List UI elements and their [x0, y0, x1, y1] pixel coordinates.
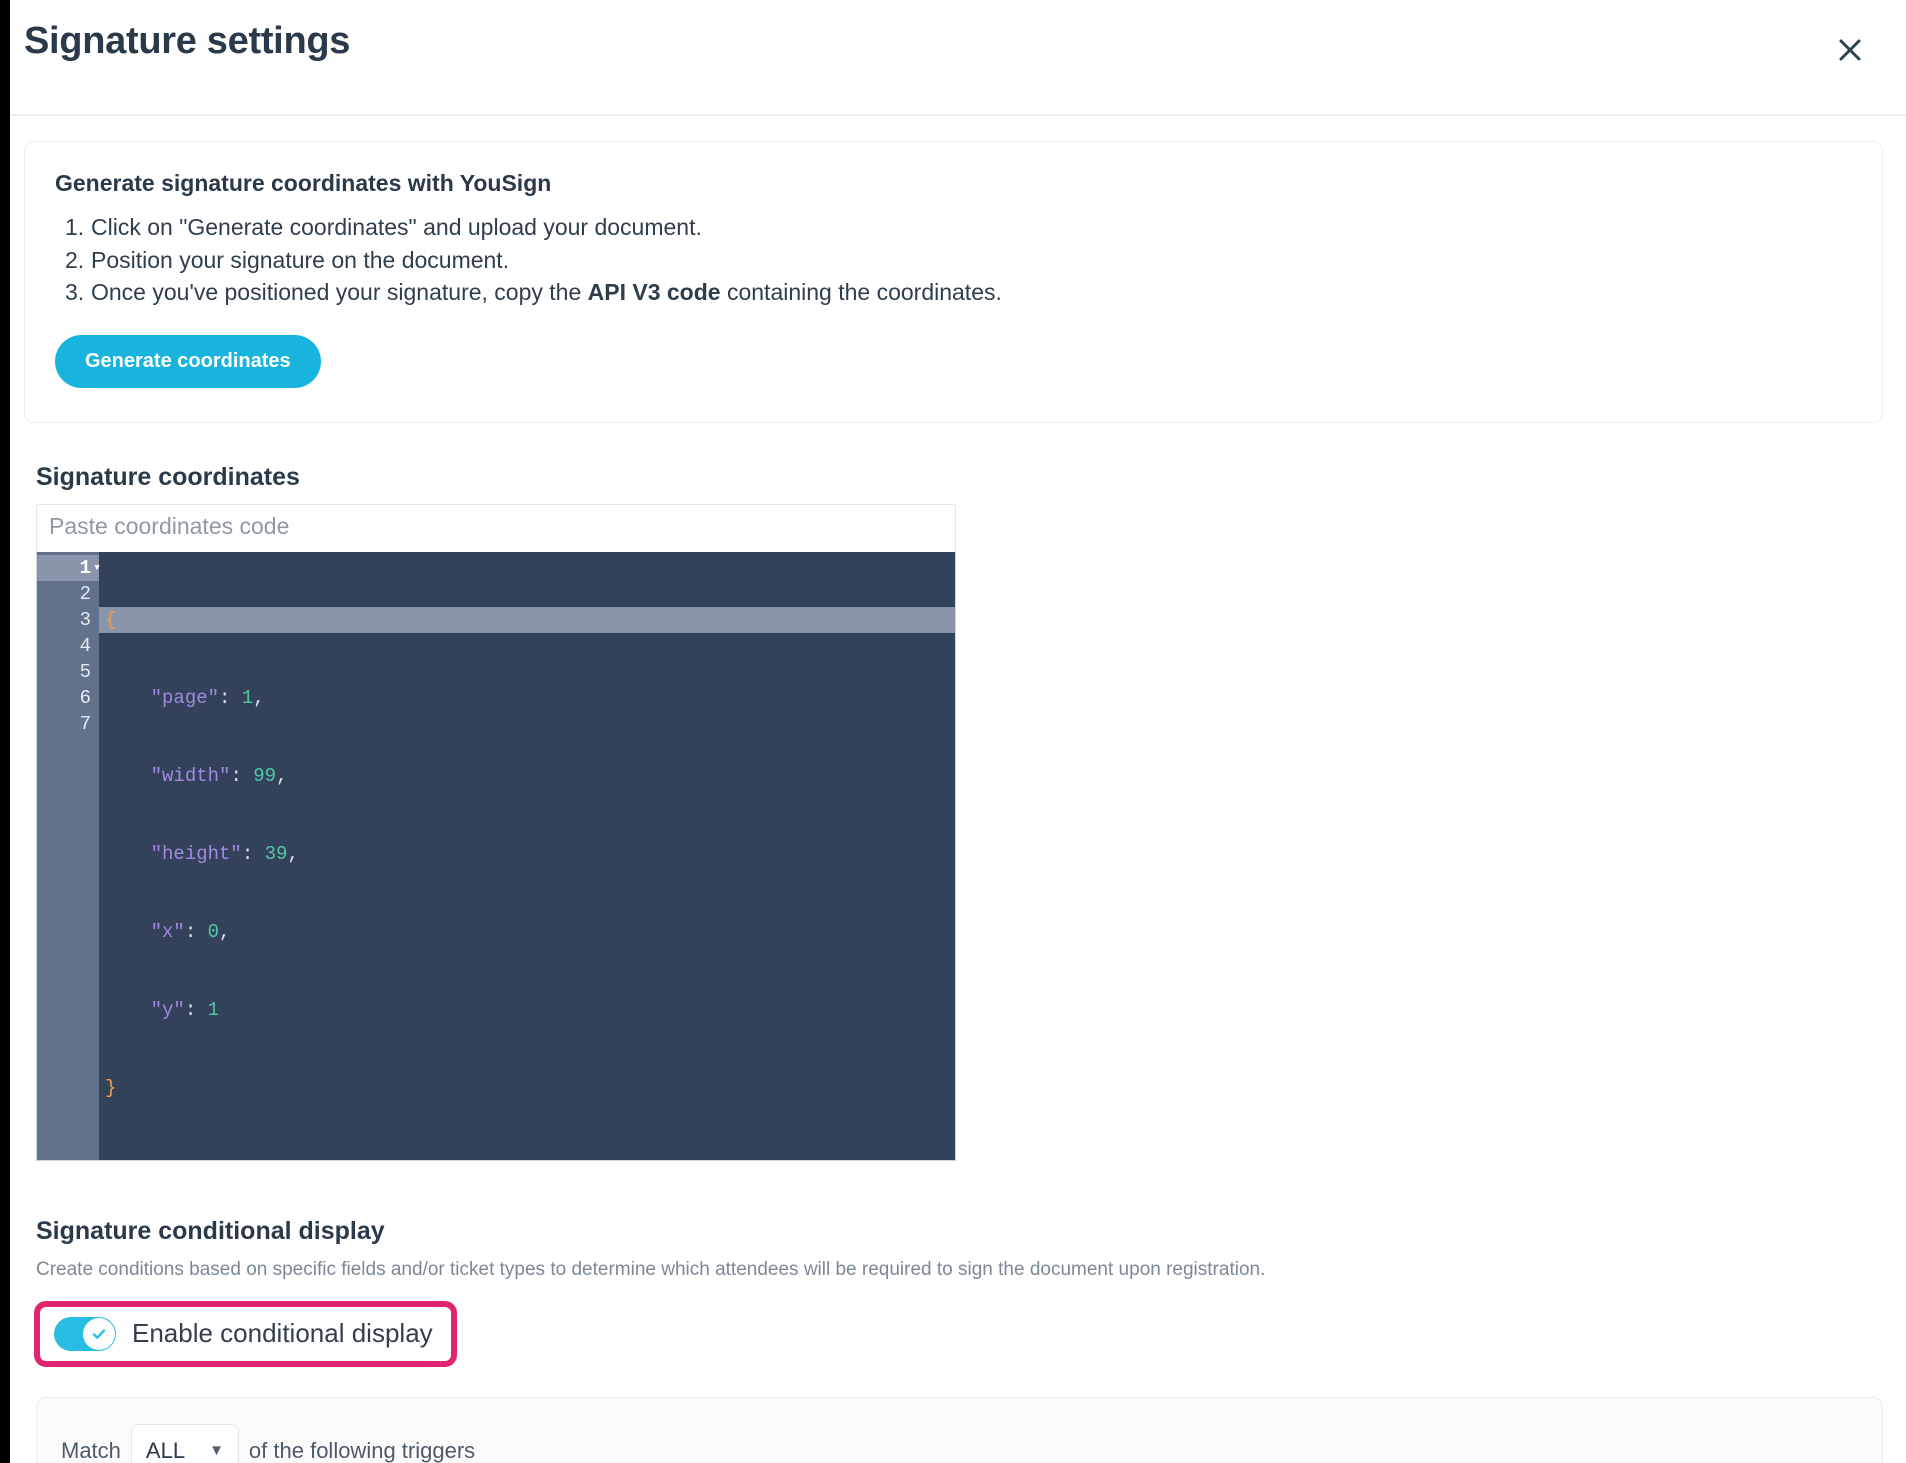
step-number: 2. [65, 246, 85, 273]
line-number: 6 [79, 686, 91, 709]
code-line: } [105, 1076, 117, 1099]
step-text-emphasis: API V3 code [587, 279, 721, 306]
check-icon [90, 1325, 108, 1343]
instructions-list: 1. Click on "Generate coordinates" and u… [55, 211, 1852, 309]
instructions-card: Generate signature coordinates with YouS… [24, 141, 1883, 423]
step-text: Once you've positioned your signature, c… [91, 279, 588, 306]
line-number: 5 [79, 660, 91, 683]
code-line: "width": 99, [150, 764, 288, 787]
line-number: 7 [79, 712, 91, 735]
editor-code[interactable]: { "page": 1, "width": 99, "height": 39, … [99, 552, 955, 1160]
code-line: "y": 1 [150, 998, 220, 1021]
instructions-title: Generate signature coordinates with YouS… [55, 170, 552, 196]
enable-conditional-display-toggle[interactable] [54, 1316, 116, 1351]
step-text: Position your signature on the document. [91, 246, 510, 273]
signature-coordinates-heading: Signature coordinates [36, 462, 300, 491]
chevron-down-icon: ▼ [209, 1442, 224, 1460]
enable-conditional-display-label: Enable conditional display [132, 1318, 433, 1349]
step-number: 3. [65, 279, 85, 306]
line-number: 2 [79, 582, 91, 605]
code-line: "x": 0, [150, 920, 231, 943]
match-type-value: ALL [145, 1437, 186, 1463]
line-number: 4 [79, 634, 91, 657]
fold-arrow-icon[interactable]: ▾ [93, 555, 101, 581]
step-text: Click on "Generate coordinates" and uplo… [91, 214, 702, 240]
triggers-card: Match ALL ▼ of the following triggers Do… [36, 1396, 1883, 1463]
match-suffix-label: of the following triggers [248, 1437, 476, 1463]
code-line: "page": 1, [150, 686, 265, 709]
conditional-display-heading: Signature conditional display [36, 1216, 385, 1245]
coordinates-placeholder[interactable]: Paste coordinates code [36, 503, 956, 552]
line-number: 3 [79, 608, 91, 631]
signature-settings-dialog: Signature settings Generate signature co… [10, 0, 1906, 1463]
close-button[interactable] [1830, 30, 1870, 70]
editor-gutter: 1 ▾ 2 3 4 5 6 7 [37, 551, 101, 1160]
enable-conditional-display-highlight: Enable conditional display [34, 1300, 457, 1367]
match-type-select[interactable]: ALL ▼ [130, 1423, 239, 1463]
dialog-body: Generate signature coordinates with YouS… [10, 141, 1906, 1463]
conditional-display-description: Create conditions based on specific fiel… [36, 1258, 1266, 1280]
line-number: 1 ▾ [37, 554, 101, 581]
list-item: 2. Position your signature on the docume… [55, 244, 1852, 277]
match-row: Match ALL ▼ of the following triggers [61, 1423, 1882, 1463]
page-title: Signature settings [24, 20, 351, 62]
step-number: 1. [65, 214, 85, 240]
code-line: "height": 39, [150, 842, 299, 865]
toggle-knob [83, 1317, 115, 1350]
step-text-tail: containing the coordinates. [720, 279, 1002, 306]
list-item: 1. Click on "Generate coordinates" and u… [55, 211, 1852, 244]
generate-coordinates-button[interactable]: Generate coordinates [55, 334, 321, 388]
close-icon [1835, 35, 1865, 65]
list-item: 3. Once you've positioned your signature,… [55, 276, 1852, 309]
code-line: { [99, 606, 955, 633]
match-prefix-label: Match [61, 1437, 121, 1463]
coordinates-editor[interactable]: Paste coordinates code 1 ▾ 2 3 4 5 6 7 { … [36, 503, 956, 1161]
code-editor[interactable]: 1 ▾ 2 3 4 5 6 7 { "page": 1, "width": 99,… [36, 551, 956, 1161]
dialog-header: Signature settings [10, 0, 1906, 116]
